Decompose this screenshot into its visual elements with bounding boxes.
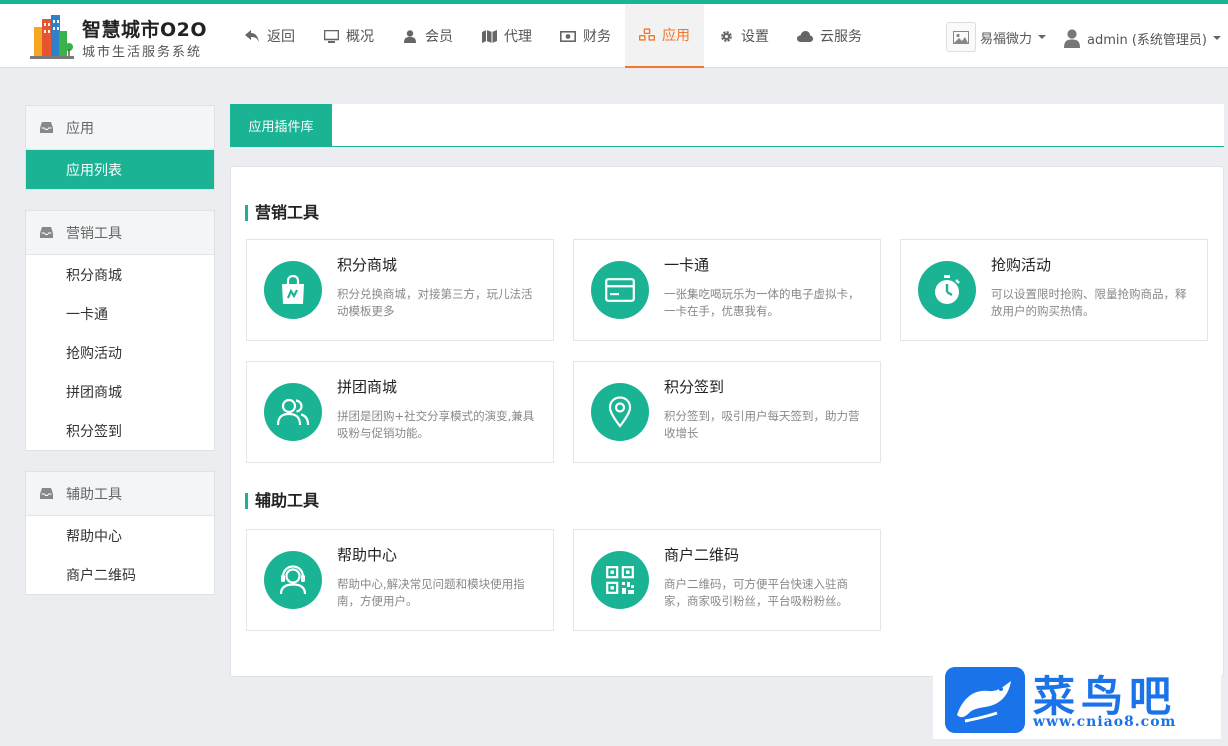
section-title-marketing: 营销工具 — [245, 204, 319, 222]
card-desc: 拼团是团购+社交分享模式的演变,兼具吸粉与促销功能。 — [337, 409, 535, 440]
card-desc: 积分兑换商城，对接第三方，玩儿法活动模板更多 — [337, 287, 533, 318]
nav-settings[interactable]: 设置 — [704, 4, 783, 68]
sidebar-group-header: 应用 — [26, 106, 214, 150]
inbox-icon — [40, 226, 54, 240]
card-title: 一卡通 — [664, 256, 710, 274]
back-arrow-icon — [244, 28, 260, 44]
sidebar-item-check-in[interactable]: 积分签到 — [26, 411, 214, 450]
sidebar-item-group-buy[interactable]: 拼团商城 — [26, 372, 214, 411]
shop-image-icon — [946, 22, 976, 52]
card-desc: 一张集吃喝玩乐为一体的电子虚拟卡，一卡在手，优惠我有。 — [664, 287, 860, 318]
nav-back[interactable]: 返回 — [230, 4, 309, 68]
sidebar-group-title: 营销工具 — [66, 225, 122, 242]
user-icon — [402, 28, 418, 44]
card-icon — [591, 261, 649, 319]
nav-label: 概况 — [346, 29, 374, 45]
nav-label: 设置 — [741, 29, 769, 45]
money-icon — [560, 28, 576, 44]
gear-icon — [718, 28, 734, 44]
nav-label: 代理 — [504, 29, 532, 45]
monitor-icon — [323, 28, 339, 44]
inbox-icon — [40, 487, 54, 501]
plugin-card-merchant-qrcode[interactable]: 商户二维码 商户二维码，可方便平台快速入驻商家，商家吸引粉丝，平台吸粉粉丝。 — [573, 529, 881, 631]
plugin-card-group-buy[interactable]: 拼团商城 拼团是团购+社交分享模式的演变,兼具吸粉与促销功能。 — [246, 361, 554, 463]
card-title: 帮助中心 — [337, 546, 398, 564]
main-nav: 返回 概况 会员 代理 财务 应用 设置 云服务 — [230, 4, 876, 68]
top-navbar: 智慧城市O2O 城市生活服务系统 返回 概况 会员 代理 财务 应用 设置 云服… — [0, 0, 1228, 68]
brand-logo[interactable]: 智慧城市O2O 城市生活服务系统 — [30, 13, 220, 63]
nav-cloud[interactable]: 云服务 — [783, 4, 876, 68]
user-avatar-icon — [1064, 28, 1080, 48]
user-menu[interactable]: admin (系统管理员) — [1064, 26, 1222, 50]
plugin-card-one-card[interactable]: 一卡通 一张集吃喝玩乐为一体的电子虚拟卡，一卡在手，优惠我有。 — [573, 239, 881, 341]
shop-switcher[interactable]: 易福微力 — [946, 22, 1047, 52]
sidebar-item-merchant-qrcode[interactable]: 商户二维码 — [26, 555, 214, 594]
plugin-panel: 营销工具 积分商城 积分兑换商城，对接第三方，玩儿法活动模板更多 一卡通 一张集… — [230, 166, 1224, 677]
sidebar-item-app-list[interactable]: 应用列表 — [26, 150, 214, 189]
plugin-card-check-in[interactable]: 积分签到 积分签到，吸引用户每天签到，助力营收增长 — [573, 361, 881, 463]
sidebar-group-header: 营销工具 — [26, 211, 214, 255]
card-desc: 帮助中心,解决常见问题和模块使用指南，方便用户。 — [337, 577, 525, 608]
watermark-url: www.cniao8.com — [1033, 714, 1177, 730]
sidebar-item-help-center[interactable]: 帮助中心 — [26, 516, 214, 555]
cubes-icon — [639, 27, 655, 43]
card-desc: 可以设置限时抢购、限量抢购商品，释放用户的购买热情。 — [991, 287, 1187, 318]
nav-label: 云服务 — [820, 29, 862, 45]
brand-subtitle: 城市生活服务系统 — [82, 45, 203, 60]
user-name: admin (系统管理员) — [1087, 32, 1208, 48]
shopping-bag-icon — [264, 261, 322, 319]
card-desc: 积分签到，吸引用户每天签到，助力营收增长 — [664, 409, 860, 440]
bird-logo-icon — [945, 667, 1025, 733]
plugin-card-points-mall[interactable]: 积分商城 积分兑换商城，对接第三方，玩儿法活动模板更多 — [246, 239, 554, 341]
sidebar-item-flash-sale[interactable]: 抢购活动 — [26, 333, 214, 372]
card-title: 积分商城 — [337, 256, 398, 274]
sidebar-group-apps: 应用 应用列表 — [25, 105, 215, 190]
nav-label: 返回 — [267, 29, 295, 45]
sidebar-group-header: 辅助工具 — [26, 472, 214, 516]
nav-label: 财务 — [583, 29, 611, 45]
chevron-down-icon — [1038, 35, 1047, 39]
cloud-icon — [797, 28, 813, 44]
chevron-down-icon — [1213, 36, 1222, 40]
group-users-icon — [264, 383, 322, 441]
brand-title: 智慧城市O2O — [82, 19, 208, 41]
qrcode-icon — [591, 551, 649, 609]
plugin-card-flash-sale[interactable]: 抢购活动 可以设置限时抢购、限量抢购商品，释放用户的购买热情。 — [900, 239, 1208, 341]
map-icon — [481, 28, 497, 44]
sidebar-group-title: 应用 — [66, 120, 94, 137]
section-title-tools: 辅助工具 — [245, 492, 319, 510]
card-title: 抢购活动 — [991, 256, 1052, 274]
card-title: 拼团商城 — [337, 378, 398, 396]
nav-agent[interactable]: 代理 — [467, 4, 546, 68]
nav-members[interactable]: 会员 — [388, 4, 467, 68]
nav-overview[interactable]: 概况 — [309, 4, 388, 68]
nav-label: 会员 — [425, 29, 453, 45]
shop-name: 易福微力 — [980, 31, 1033, 47]
nav-finance[interactable]: 财务 — [546, 4, 625, 68]
location-pin-icon — [591, 383, 649, 441]
tab-bar: 应用插件库 — [230, 104, 1224, 147]
headset-user-icon — [264, 551, 322, 609]
card-desc: 商户二维码，可方便平台快速入驻商家，商家吸引粉丝，平台吸粉粉丝。 — [664, 577, 848, 608]
sidebar-group-tools: 辅助工具 帮助中心 商户二维码 — [25, 471, 215, 595]
sidebar-item-one-card[interactable]: 一卡通 — [26, 294, 214, 333]
stopwatch-icon — [918, 261, 976, 319]
city-buildings-icon — [30, 15, 74, 59]
sidebar-group-marketing: 营销工具 积分商城 一卡通 抢购活动 拼团商城 积分签到 — [25, 210, 215, 451]
card-title: 积分签到 — [664, 378, 725, 396]
inbox-icon — [40, 121, 54, 135]
watermark: 菜鸟吧 www.cniao8.com — [933, 663, 1221, 739]
plugin-card-help-center[interactable]: 帮助中心 帮助中心,解决常见问题和模块使用指南，方便用户。 — [246, 529, 554, 631]
nav-label: 应用 — [662, 28, 690, 44]
sidebar-group-title: 辅助工具 — [66, 486, 122, 503]
tab-plugin-library[interactable]: 应用插件库 — [230, 104, 332, 146]
nav-apps[interactable]: 应用 — [625, 4, 704, 68]
sidebar-item-points-mall[interactable]: 积分商城 — [26, 255, 214, 294]
card-title: 商户二维码 — [664, 546, 740, 564]
